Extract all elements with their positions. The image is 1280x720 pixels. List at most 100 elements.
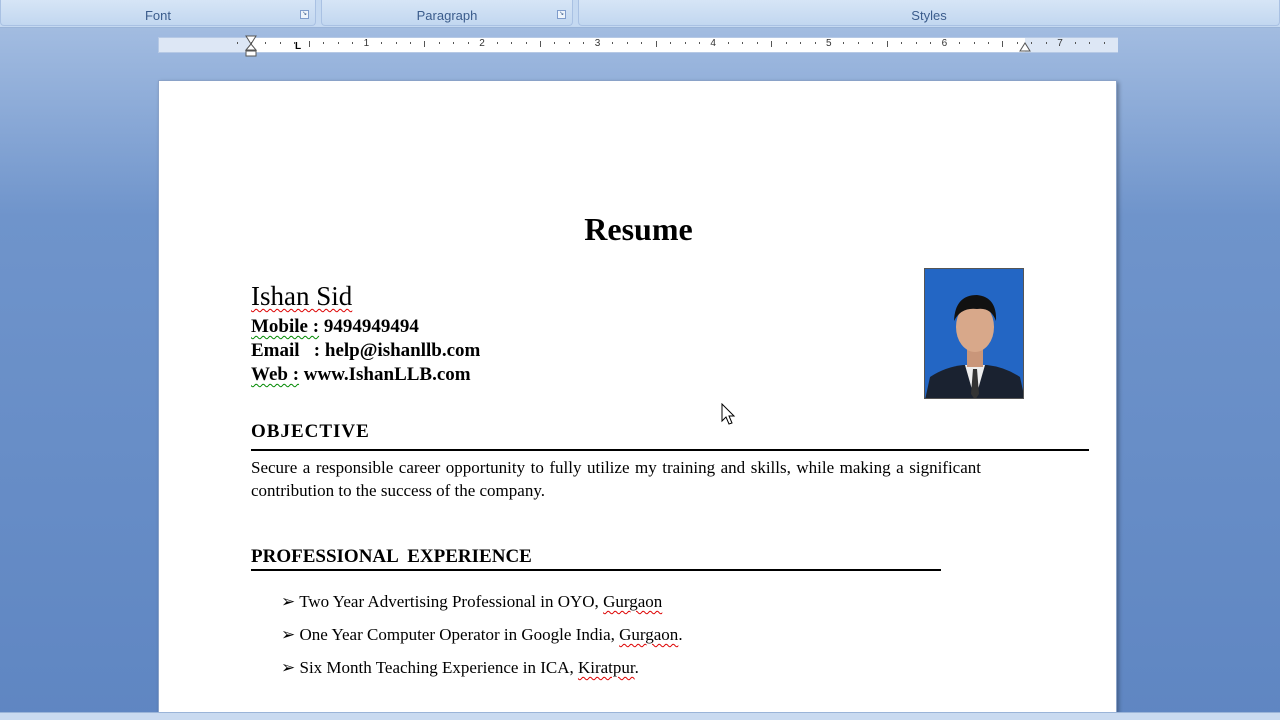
ruler-tick	[626, 42, 628, 44]
ruler-tick	[323, 42, 325, 44]
email-label: Email :	[251, 340, 321, 361]
ruler-tick	[294, 42, 296, 44]
ruler-number: 3	[594, 38, 601, 49]
experience-place: Gurgaon	[619, 625, 679, 644]
ruler-tick	[236, 42, 238, 44]
ruler-tick	[742, 42, 744, 44]
ruler-tick	[554, 42, 556, 44]
arrow-bullet-icon: ➢	[281, 658, 296, 677]
ruler-tick	[1002, 41, 1004, 47]
ruler-number: 2	[479, 38, 485, 49]
ruler-tick	[1016, 42, 1018, 44]
ruler-tick	[337, 42, 339, 44]
ruler-number: 7	[1057, 38, 1063, 49]
dialog-launcher-icon[interactable]: ↘	[557, 10, 566, 19]
ruler-tick	[930, 42, 932, 44]
ribbon: Font ↘ Paragraph ↘ Styles	[0, 0, 1280, 28]
ribbon-group-styles: Styles	[578, 0, 1280, 26]
ruler-tick	[511, 42, 513, 44]
status-bar	[0, 712, 1280, 720]
ruler-tick	[1103, 42, 1105, 44]
email-line: Email : help@ishanllb.com	[251, 340, 480, 362]
email-value: help@ishanllb.com	[324, 340, 481, 361]
divider	[251, 569, 941, 571]
document-title: Resume	[584, 211, 693, 247]
ruler-number: 5	[826, 38, 832, 49]
ruler-tick	[583, 42, 585, 44]
ruler-tick	[800, 42, 802, 44]
ruler-tick	[453, 42, 455, 44]
web-label: Web :	[251, 364, 300, 385]
ruler-tick	[467, 42, 469, 44]
ruler-tick	[785, 42, 787, 44]
experience-text: Six Month Teaching Experience in ICA,	[299, 658, 578, 677]
web-value: www.IshanLLB.com	[303, 364, 471, 385]
ruler-tick	[1045, 42, 1047, 44]
mobile-label: Mobile :	[251, 316, 320, 337]
experience-text: Two Year Advertising Professional in OYO…	[299, 592, 604, 611]
ruler-tick	[352, 42, 354, 44]
ruler-tick	[727, 42, 729, 44]
ruler-tick	[698, 42, 700, 44]
ruler-tick	[525, 42, 527, 44]
group-label: Styles	[911, 8, 947, 23]
dialog-launcher-icon[interactable]: ↘	[300, 10, 309, 19]
experience-end: .	[634, 658, 639, 677]
ruler-tick	[496, 42, 498, 44]
ruler-tick	[568, 42, 570, 44]
ruler-number: 6	[941, 38, 948, 49]
profile-photo[interactable]	[924, 268, 1024, 399]
ruler-tick	[987, 42, 989, 44]
ruler-tick	[540, 41, 541, 47]
ruler-tick	[409, 42, 411, 44]
ruler-tick	[251, 42, 252, 44]
ruler-tick	[424, 41, 426, 47]
ruler-tick	[684, 42, 686, 44]
ruler-tick	[1089, 42, 1091, 44]
tab-stop-icon[interactable]: L	[295, 41, 301, 52]
experience-item: ➢ Two Year Advertising Professional in O…	[281, 592, 662, 612]
ruler-tick	[756, 42, 758, 44]
ruler-tick	[771, 41, 773, 47]
ribbon-group-paragraph: Paragraph ↘	[321, 0, 573, 26]
arrow-bullet-icon: ➢	[281, 592, 296, 611]
ruler-tick	[308, 41, 310, 47]
experience-item: ➢ One Year Computer Operator in Google I…	[281, 625, 683, 645]
ruler-number: 1	[363, 38, 370, 49]
candidate-name: Ishan Sid	[251, 281, 353, 311]
ruler-tick	[279, 42, 281, 44]
ruler-tick	[641, 42, 643, 44]
experience-end: .	[678, 625, 683, 644]
experience-place: Gurgaon	[603, 592, 663, 611]
objective-heading: OBJECTIVE	[251, 421, 370, 442]
mobile-line: Mobile : 9494949494	[251, 316, 419, 338]
horizontal-ruler[interactable]: L 1 2 3 4 5 6 7	[158, 35, 1118, 57]
ruler-tick	[655, 41, 657, 47]
group-label: Paragraph	[416, 8, 478, 23]
divider	[251, 449, 1089, 451]
mouse-cursor-icon	[721, 403, 736, 425]
web-line: Web : www.IshanLLB.com	[251, 364, 471, 386]
ruler-tick	[612, 42, 614, 44]
ruler-tick	[973, 42, 975, 44]
ruler-tick	[1074, 42, 1076, 44]
ruler-tick	[1031, 42, 1033, 44]
ribbon-group-font: Font ↘	[0, 0, 316, 26]
objective-text: Secure a responsible career opportunity …	[251, 458, 981, 500]
ruler-tick	[438, 42, 440, 44]
ruler-tick	[915, 42, 917, 44]
ruler-tick	[265, 42, 267, 44]
ruler-tick	[886, 41, 888, 47]
experience-text: One Year Computer Operator in Google Ind…	[299, 625, 620, 644]
ruler-tick	[670, 42, 672, 44]
indent-marker-icon[interactable]	[245, 35, 257, 57]
ruler-tick	[901, 42, 903, 44]
right-indent-marker-icon[interactable]	[1019, 42, 1031, 54]
mobile-value: 9494949494	[323, 316, 419, 337]
experience-place: Kiratpur	[577, 658, 635, 677]
ruler-tick	[857, 42, 859, 44]
ruler-tick	[872, 42, 874, 44]
experience-heading: PROFESSIONAL EXPERIENCE	[251, 546, 532, 567]
ruler-tick	[381, 42, 383, 44]
document-page[interactable]: Resume Ishan Sid Mobile : 9494949494 Ema…	[158, 80, 1117, 720]
